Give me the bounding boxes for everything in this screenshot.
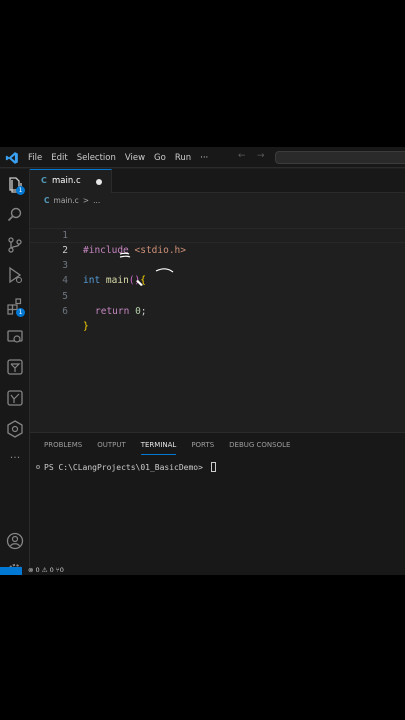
tab-label: main.c: [52, 176, 81, 186]
code-line: 5 return 0;: [30, 274, 405, 317]
menu-view[interactable]: View: [125, 153, 145, 163]
code-line: 4: [30, 258, 405, 286]
code-line: 2: [30, 228, 405, 256]
tab-debug-console[interactable]: DEBUG CONSOLE: [229, 439, 290, 455]
menu-run[interactable]: Run: [175, 153, 191, 163]
tab-main-c[interactable]: C main.c: [30, 169, 112, 193]
code-line: 6 }: [30, 289, 405, 332]
nav-forward-icon[interactable]: →: [257, 151, 265, 161]
command-center-search[interactable]: [275, 151, 405, 164]
tab-terminal[interactable]: TERMINAL: [140, 439, 177, 455]
editor-tab-bar: C main.c: [30, 169, 405, 193]
return-keyword: return: [95, 306, 130, 317]
menu-bar: File Edit Selection View Go Run ···: [28, 147, 217, 168]
tab-ports[interactable]: PORTS: [191, 439, 214, 455]
line-number: 6: [62, 306, 68, 317]
terminal-cursor: [210, 462, 216, 472]
terminal-decoration-icon: [36, 465, 40, 469]
tab-output[interactable]: OUTPUT: [97, 439, 126, 455]
cmake-icon[interactable]: [5, 388, 25, 408]
menu-more[interactable]: ···: [200, 153, 208, 163]
nav-back-icon[interactable]: ←: [238, 151, 246, 161]
tab-problems[interactable]: PROBLEMS: [44, 439, 82, 455]
remote-explorer-icon[interactable]: [5, 327, 25, 347]
vscode-window: File Edit Selection View Go Run ··· ← → …: [0, 147, 405, 575]
explorer-icon[interactable]: 1: [5, 175, 25, 195]
breadcrumb-more[interactable]: ...: [93, 196, 100, 205]
menu-go[interactable]: Go: [154, 153, 166, 163]
remote-indicator-icon[interactable]: [0, 567, 22, 575]
close-brace: }: [83, 321, 89, 332]
menu-edit[interactable]: Edit: [51, 153, 67, 163]
code-editor[interactable]: 1 #include <stdio.h> 2 3 int main(){ 4 5…: [30, 206, 405, 431]
activity-bar: 1 1 ···: [0, 169, 30, 575]
vscode-logo-icon: [5, 152, 18, 164]
breadcrumb-file[interactable]: main.c: [54, 196, 79, 205]
panel-tabs: PROBLEMS OUTPUT TERMINAL PORTS DEBUG CON…: [44, 439, 305, 455]
source-control-icon[interactable]: [5, 235, 25, 255]
more-icon[interactable]: ···: [5, 451, 25, 471]
breadcrumb-separator: >: [82, 195, 90, 205]
semicolon: ;: [140, 306, 147, 317]
extensions-icon[interactable]: 1: [5, 296, 25, 317]
annotation-scribble-icon: [119, 252, 174, 286]
unsaved-dot-icon[interactable]: [96, 179, 102, 185]
docker-icon[interactable]: [5, 419, 25, 439]
terminal-panel: PROBLEMS OUTPUT TERMINAL PORTS DEBUG CON…: [30, 432, 405, 568]
code-line: 3 int main(){: [30, 243, 405, 286]
code-line: 1 #include <stdio.h>: [30, 213, 405, 256]
menu-selection[interactable]: Selection: [77, 153, 116, 163]
terminal-line[interactable]: PS C:\CLangProjects\01_BasicDemo>: [36, 462, 216, 472]
c-file-icon: C: [41, 176, 47, 185]
status-problems[interactable]: ⊗ 0 ⚠ 0 ⑂0: [28, 566, 64, 574]
extensions-badge: 1: [16, 308, 25, 317]
breadcrumb: C main.c > ...: [44, 194, 100, 206]
breadcrumb-c-icon: C: [44, 195, 50, 205]
explorer-badge: 1: [16, 186, 25, 195]
title-bar: File Edit Selection View Go Run ··· ← →: [0, 147, 405, 168]
menu-file[interactable]: File: [28, 153, 42, 163]
run-debug-icon[interactable]: [5, 265, 25, 285]
testing-icon[interactable]: [5, 357, 25, 377]
status-bar: ⊗ 0 ⚠ 0 ⑂0: [0, 566, 405, 575]
search-icon[interactable]: [5, 205, 25, 225]
account-icon[interactable]: [5, 531, 25, 551]
terminal-prompt: PS C:\CLangProjects\01_BasicDemo>: [44, 462, 208, 472]
